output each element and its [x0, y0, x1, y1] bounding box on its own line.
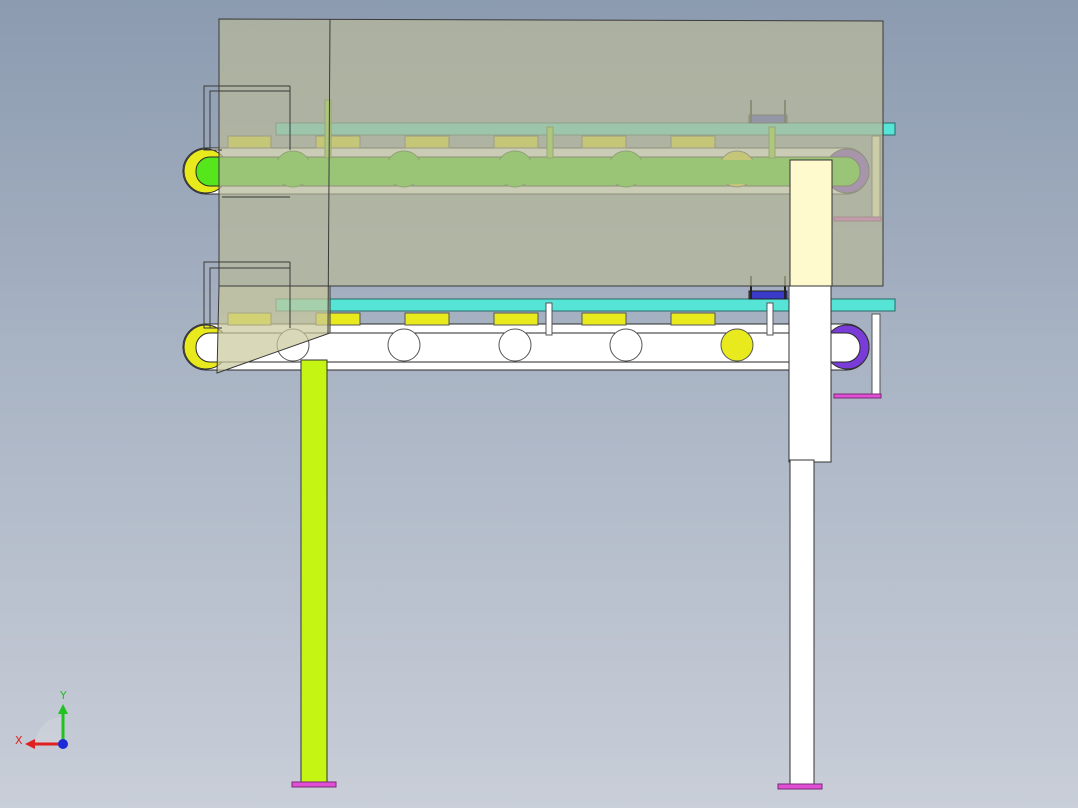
left-foot-plate	[291, 781, 337, 788]
lower-foot-plate	[833, 393, 882, 399]
triad-y-arrowhead	[58, 704, 68, 714]
lower-roller	[387, 328, 421, 362]
right-leg[interactable]	[789, 459, 815, 787]
lower-roller	[498, 328, 532, 362]
enclosure-panel[interactable]	[218, 18, 884, 287]
left-support-leg[interactable]	[291, 359, 337, 788]
lower-post	[545, 302, 553, 336]
lower-post	[766, 302, 774, 336]
column-upper-block[interactable]	[789, 159, 833, 287]
translucent-enclosure[interactable]	[203, 18, 884, 374]
triad-quarter-disc	[35, 717, 63, 745]
triad-y-label: Y	[59, 689, 67, 702]
right-foot-plate	[777, 783, 823, 790]
column-lower-block[interactable]	[788, 285, 832, 463]
lower-carrier	[404, 312, 450, 326]
orientation-triad[interactable]: Y X	[15, 689, 68, 749]
left-leg[interactable]	[300, 359, 328, 785]
lower-roller	[609, 328, 643, 362]
lower-carrier	[493, 312, 539, 326]
triad-x-arrowhead	[25, 739, 35, 749]
lower-carrier	[670, 312, 716, 326]
triad-z-axis	[58, 739, 68, 749]
conveyor-assembly-model[interactable]: Y X	[0, 0, 1078, 808]
cad-viewport[interactable]: Y X	[0, 0, 1078, 808]
lower-roller	[720, 328, 754, 362]
lower-post	[871, 313, 881, 397]
lower-carrier	[581, 312, 627, 326]
triad-x-label: X	[15, 734, 23, 747]
